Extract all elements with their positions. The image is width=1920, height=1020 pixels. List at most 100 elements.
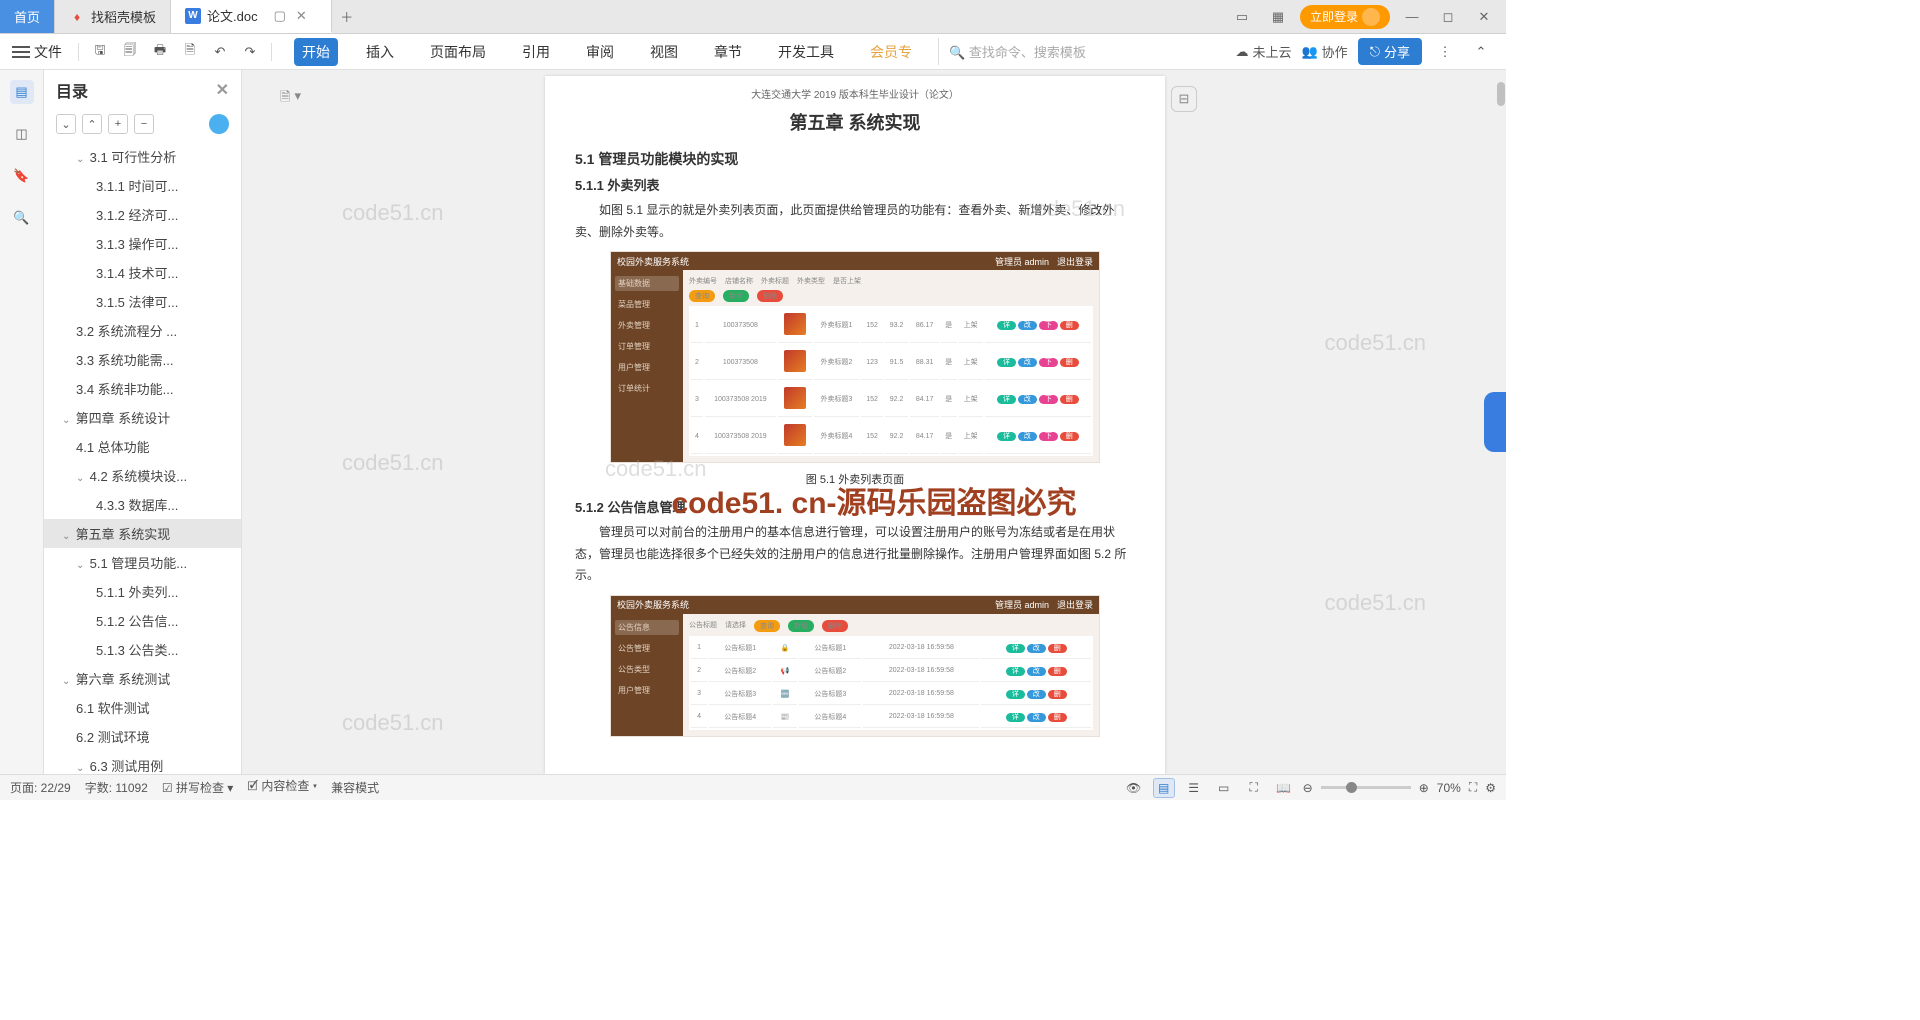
reading-mode-icon[interactable]: 👁 [1123,778,1145,798]
toc-item[interactable]: 3.1.3 操作可... [44,229,241,258]
undo-icon[interactable]: ↶ [207,39,233,65]
split-icon[interactable]: ▢ [274,8,286,24]
paragraph: 如图 5.1 显示的就是外卖列表页面，此页面提供给管理员的功能有：查看外卖、新增… [575,200,1135,243]
toc-item[interactable]: 5.1.1 外卖列... [44,577,241,606]
ribbon-tabs: 开始 插入 页面布局 引用 审阅 视图 章节 开发工具 会员专 [294,38,920,66]
tab-close-icon[interactable]: ✕ [296,8,307,24]
toc-item[interactable]: 3.3 系统功能需... [44,345,241,374]
collab-button[interactable]: 👥 协作 [1301,42,1347,61]
outline-icon[interactable]: ▤ [10,80,34,104]
hamburger-icon[interactable] [12,46,30,58]
fit-icon[interactable]: ⛶ [1469,780,1477,795]
document-area: 🗎▾ code51.cn code51.cn code51.cn code51.… [242,70,1506,774]
ribbon-tab-layout[interactable]: 页面布局 [422,38,494,66]
watermark: code51.cn [342,200,444,226]
toc-item[interactable]: 3.1.5 法律可... [44,287,241,316]
add-icon[interactable]: + [108,114,128,134]
minimize-icon[interactable]: — [1398,5,1426,29]
ribbon-tab-reference[interactable]: 引用 [514,38,558,66]
status-bar: 页面: 22/29 字数: 11092 ☑ 拼写检查 ▾ 🗹 内容检查 ▾ 兼容… [0,774,1506,800]
spellcheck-button[interactable]: ☑ 拼写检查 ▾ [162,779,233,796]
expand-all-icon[interactable]: ⌃ [82,114,102,134]
content-check-button[interactable]: 🗹 内容检查 ▾ [247,777,317,798]
toc-item[interactable]: 3.1.2 经济可... [44,200,241,229]
tab-template[interactable]: ♦找稻壳模板 [55,0,171,33]
redo-icon[interactable]: ↷ [237,39,263,65]
ribbon-tab-view[interactable]: 视图 [642,38,686,66]
toc-item[interactable]: 3.1.4 技术可... [44,258,241,287]
chevron-down-icon[interactable]: ▾ [294,88,301,110]
document-page[interactable]: 大连交通大学 2019 版本科生毕业设计（论文） 第五章 系统实现 5.1 管理… [545,76,1165,774]
toc-close-icon[interactable]: ✕ [216,80,229,100]
ribbon-tab-review[interactable]: 审阅 [578,38,622,66]
ribbon-tab-devtools[interactable]: 开发工具 [770,38,842,66]
toc-controls: ⌄ ⌃ + − [44,110,241,142]
avatar-icon [1362,8,1380,26]
toc-item[interactable]: 6.1 软件测试 [44,693,241,722]
toc-item[interactable]: 4.3.3 数据库... [44,490,241,519]
print-preview-icon[interactable]: 🗎 [177,39,203,65]
login-button[interactable]: 立即登录 [1300,5,1390,29]
maximize-icon[interactable]: ◻ [1434,5,1462,29]
watermark: code51.cn [1324,590,1426,616]
command-search[interactable]: 🔍 查找命令、搜索模板 [938,38,1096,65]
toc-item[interactable]: ⌄ 第五章 系统实现 [44,519,241,548]
more-menu-icon[interactable]: ⋮ [1432,39,1458,65]
page-view-icon[interactable]: ▤ [1153,778,1175,798]
compat-mode[interactable]: 兼容模式 [331,779,379,796]
new-tab-button[interactable]: ＋ [332,0,362,33]
apps-icon[interactable]: ▦ [1264,5,1292,29]
zoom-slider[interactable] [1321,786,1411,789]
chapter-title: 第五章 系统实现 [575,109,1135,135]
ribbon-toolbar: 文件 🖫 🗐 🖶 🗎 ↶ ↷ 开始 插入 页面布局 引用 审阅 视图 章节 开发… [0,34,1506,70]
tab-document[interactable]: W论文.doc ▢✕ [171,0,332,33]
toc-item[interactable]: ⌄ 3.1 可行性分析 [44,142,241,171]
file-menu[interactable]: 文件 [34,42,62,62]
web-view-icon[interactable]: ▭ [1213,778,1235,798]
search-icon[interactable]: 🔍 [10,206,34,230]
ribbon-tab-vip[interactable]: 会员专 [862,38,920,66]
cloud-sync-button[interactable]: ☁ 未上云 [1235,42,1291,61]
share-button[interactable]: ⎋ 分享 [1358,38,1422,65]
word-count[interactable]: 字数: 11092 [85,779,148,796]
zoom-out-icon[interactable]: ⊖ [1303,781,1313,795]
ribbon-tab-chapter[interactable]: 章节 [706,38,750,66]
toc-item[interactable]: ⌄ 6.3 测试用例 [44,751,241,774]
settings-icon[interactable]: ⚙ [1485,781,1496,795]
read-layout-icon[interactable]: 📖 [1273,778,1295,798]
ribbon-tab-insert[interactable]: 插入 [358,38,402,66]
ribbon-tab-start[interactable]: 开始 [294,38,338,66]
toc-item[interactable]: ⌄ 4.2 系统模块设... [44,461,241,490]
toc-item[interactable]: ⌄ 第六章 系统测试 [44,664,241,693]
bookmark-icon[interactable]: 🔖 [10,164,34,188]
print-icon[interactable]: 🖶 [147,39,173,65]
toc-item[interactable]: ⌄ 第四章 系统设计 [44,403,241,432]
toc-item[interactable]: 3.4 系统非功能... [44,374,241,403]
toc-item[interactable]: 3.2 系统流程分 ... [44,316,241,345]
layout-icon[interactable]: ▭ [1228,5,1256,29]
toc-item[interactable]: 4.1 总体功能 [44,432,241,461]
wps-doc-icon: W [185,8,201,24]
toc-item[interactable]: ⌄ 5.1 管理员功能... [44,548,241,577]
zoom-label[interactable]: 70% [1437,781,1461,795]
ai-panel-icon[interactable]: ⊟ [1171,86,1197,112]
save-as-icon[interactable]: 🗐 [117,39,143,65]
fullscreen-icon[interactable]: ⛶ [1243,778,1265,798]
toc-item[interactable]: 5.1.2 公告信... [44,606,241,635]
save-icon[interactable]: 🖫 [87,39,113,65]
user-sync-icon[interactable] [209,114,229,134]
page-icon[interactable]: 🗎 [280,88,290,110]
tag-icon[interactable]: ◫ [10,122,34,146]
right-edge-handle[interactable] [1484,392,1506,452]
toc-item[interactable]: 3.1.1 时间可... [44,171,241,200]
toc-item[interactable]: 5.1.3 公告类... [44,635,241,664]
zoom-in-icon[interactable]: ⊕ [1419,781,1429,795]
collapse-all-icon[interactable]: ⌄ [56,114,76,134]
page-indicator[interactable]: 页面: 22/29 [10,779,71,796]
collapse-ribbon-icon[interactable]: ⌃ [1468,39,1494,65]
toc-item[interactable]: 6.2 测试环境 [44,722,241,751]
remove-icon[interactable]: − [134,114,154,134]
close-icon[interactable]: ✕ [1470,5,1498,29]
tab-home[interactable]: 首页 [0,0,55,33]
outline-view-icon[interactable]: ☰ [1183,778,1205,798]
